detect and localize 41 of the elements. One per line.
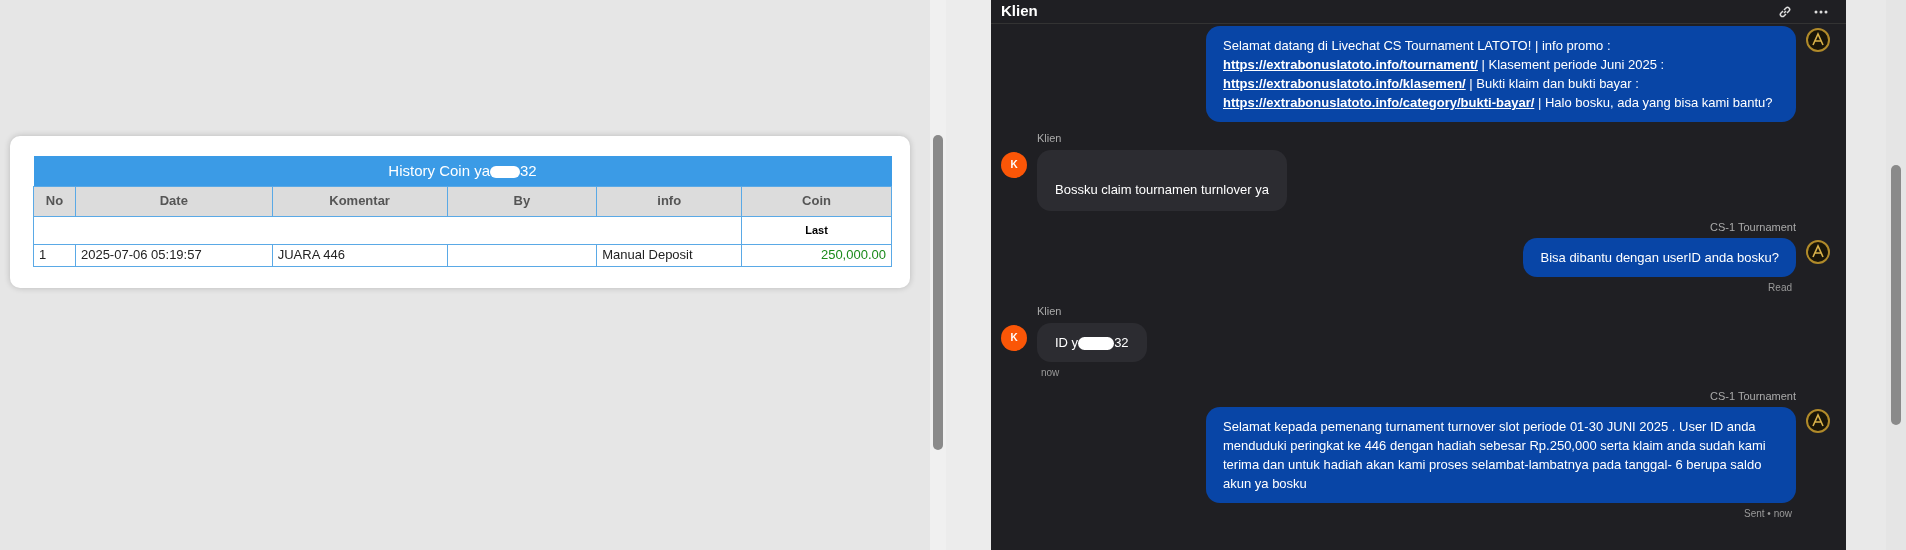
column-header: Date bbox=[75, 186, 273, 216]
agent-avatar bbox=[1806, 28, 1830, 52]
table-cell: 2025-07-06 05:19:57 bbox=[75, 244, 273, 266]
subheader-cell: Last bbox=[741, 216, 892, 244]
chat-title: Klien bbox=[1001, 1, 1038, 22]
table-cell: JUARA 446 bbox=[272, 244, 447, 266]
redaction-mark bbox=[1078, 336, 1115, 350]
scrollbar-thumb[interactable] bbox=[1891, 165, 1901, 425]
message-text: Bisa dibantu dengan userID anda bosku? bbox=[1540, 249, 1779, 267]
link-icon[interactable] bbox=[1778, 4, 1792, 19]
title-text: History Coin ya bbox=[388, 161, 490, 179]
column-header: Komentar bbox=[272, 186, 447, 216]
scrollbar-thumb[interactable] bbox=[933, 135, 943, 450]
sender-name: CS-1 Tournament bbox=[1710, 388, 1796, 404]
table-cell: 1 bbox=[33, 244, 76, 266]
message-status: now bbox=[1040, 365, 1060, 380]
agent-avatar bbox=[1806, 240, 1830, 264]
client-avatar: K bbox=[1001, 151, 1027, 178]
client-avatar: K bbox=[1001, 324, 1027, 351]
table-cell: Manual Deposit bbox=[596, 244, 742, 266]
sender-name: Klien bbox=[1037, 304, 1062, 319]
sender-name: CS-1 Tournament bbox=[1710, 219, 1796, 235]
message-status: Sent • now bbox=[1744, 507, 1793, 521]
message-status: Read bbox=[1768, 281, 1793, 295]
message-text: Selamat datang di Livechat CS Tournament LATOTO! | info promo : https://extrabonuslatoto.info/tournament/ | Klasement periode Juni 2025 : https://extrabonuslatoto.info/klasemen/ | Bukti klaim dan bukti bayar : https://extrabonuslatoto.info/category/bukti-bayar/ | Halo bosku, ada yang bisa kami bantu? bbox=[1223, 37, 1774, 112]
redaction-mark bbox=[490, 165, 520, 178]
column-header: No bbox=[33, 186, 76, 216]
more-icon[interactable] bbox=[1814, 9, 1828, 14]
sender-name: Klien bbox=[1037, 131, 1062, 146]
column-header: By bbox=[447, 186, 597, 216]
link[interactable]: https://extrabonuslatoto.info/category/bukti-bayar/ bbox=[1223, 95, 1535, 110]
message-text: Bossku claim tournamen turnlover ya bbox=[1055, 180, 1269, 199]
link[interactable]: https://extrabonuslatoto.info/klasemen/ bbox=[1223, 76, 1466, 91]
column-header: info bbox=[596, 186, 742, 216]
message-text: ID y 32 bbox=[1055, 333, 1129, 352]
title-text: 32 bbox=[520, 161, 537, 179]
link[interactable]: https://extrabonuslatoto.info/tournament/ bbox=[1223, 57, 1478, 72]
column-header: Coin bbox=[741, 186, 892, 216]
table-cell: 250,000.00 bbox=[741, 244, 892, 266]
message-text: Selamat kepada pemenang turnament turnover slot periode 01-30 JUNI 2025 . User ID anda menduduki peringkat ke 446 dengan hadiah sebesar Rp.250,000 serta klaim anda sudah kami terima dan untuk hadiah akan kami proses selambat-lambatnya pada tanggal- 6 berupa saldo akun ya bosku bbox=[1223, 418, 1767, 493]
agent-avatar bbox=[1806, 409, 1830, 433]
